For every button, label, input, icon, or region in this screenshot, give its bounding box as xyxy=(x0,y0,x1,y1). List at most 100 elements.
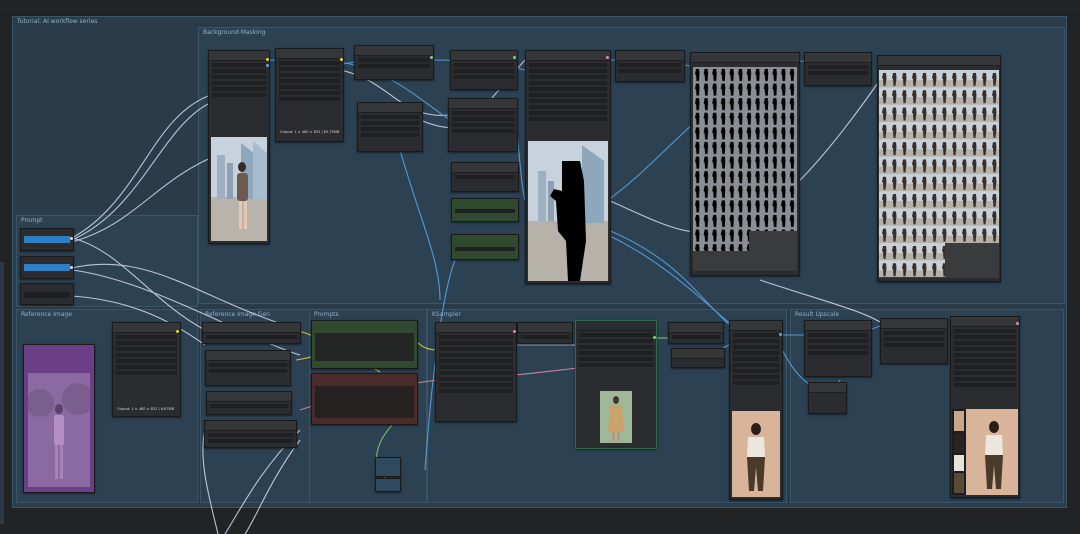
node-a2[interactable] xyxy=(357,102,423,152)
node-widget[interactable] xyxy=(733,375,779,379)
socket-dot[interactable] xyxy=(653,336,656,339)
node-widget[interactable] xyxy=(439,377,513,381)
node-widget[interactable] xyxy=(579,363,653,367)
node-widget[interactable] xyxy=(452,123,514,127)
node-widget[interactable] xyxy=(954,377,1016,381)
node-b3[interactable] xyxy=(451,162,519,192)
node-widget[interactable] xyxy=(212,75,266,79)
node-widget[interactable] xyxy=(529,81,607,85)
node-widget[interactable] xyxy=(361,115,419,119)
node-widget[interactable] xyxy=(439,365,513,369)
decode-preview-node[interactable] xyxy=(729,320,783,500)
sampler-node-d[interactable] xyxy=(671,348,725,368)
node-widget[interactable] xyxy=(212,63,266,67)
node-widget[interactable] xyxy=(208,439,293,443)
node-widget[interactable] xyxy=(439,341,513,345)
socket-dot[interactable] xyxy=(513,56,516,59)
node-widget[interactable] xyxy=(439,353,513,357)
node-widget[interactable] xyxy=(733,333,779,337)
prompt-input-field[interactable] xyxy=(24,292,70,298)
node-widget[interactable] xyxy=(954,329,1016,333)
node-widget[interactable] xyxy=(279,85,340,89)
node-widget[interactable] xyxy=(579,339,653,343)
node-widget[interactable] xyxy=(279,73,340,77)
node-widget[interactable] xyxy=(954,347,1016,351)
node-widget[interactable] xyxy=(454,63,514,67)
node-widget[interactable] xyxy=(884,331,944,335)
batch-preview-node[interactable] xyxy=(877,55,1001,282)
node-widget[interactable] xyxy=(529,117,607,121)
node-widget[interactable] xyxy=(439,335,513,339)
socket-dot[interactable] xyxy=(430,56,433,59)
node-widget[interactable] xyxy=(672,335,720,339)
node-widget[interactable] xyxy=(579,333,653,337)
node-widget[interactable] xyxy=(579,345,653,349)
node-widget[interactable] xyxy=(439,347,513,351)
node-widget[interactable] xyxy=(529,63,607,67)
node-widget[interactable] xyxy=(954,341,1016,345)
node-a1[interactable] xyxy=(354,45,434,80)
node-widget[interactable] xyxy=(455,209,515,213)
socket-dot[interactable] xyxy=(340,58,343,61)
node-widget[interactable] xyxy=(529,87,607,91)
node-widget[interactable] xyxy=(455,175,515,179)
node-widget[interactable] xyxy=(116,359,177,363)
socket-dot[interactable] xyxy=(779,333,782,336)
ipadapter-node[interactable] xyxy=(575,320,657,449)
node-widget[interactable] xyxy=(209,369,287,373)
socket-dot[interactable] xyxy=(1016,322,1019,325)
node-c1[interactable] xyxy=(615,50,685,82)
upscale-node[interactable] xyxy=(804,320,872,377)
socket-dot[interactable] xyxy=(606,56,609,59)
node-widget[interactable] xyxy=(808,333,868,337)
node-widget[interactable] xyxy=(733,381,779,385)
node-widget[interactable] xyxy=(733,339,779,343)
ksampler-node[interactable] xyxy=(435,322,517,422)
prompt-input-node-1[interactable] xyxy=(20,228,74,251)
node-widget[interactable] xyxy=(529,105,607,109)
node-widget[interactable] xyxy=(529,93,607,97)
prompt-input-node-3[interactable] xyxy=(20,283,74,305)
socket-dot[interactable] xyxy=(176,330,179,333)
node-widget[interactable] xyxy=(361,127,419,131)
node-widget[interactable] xyxy=(279,79,340,83)
node-widget[interactable] xyxy=(884,343,944,347)
node-widget[interactable] xyxy=(116,353,177,357)
node-widget[interactable] xyxy=(439,359,513,363)
node-widget[interactable] xyxy=(529,75,607,79)
node-widget[interactable] xyxy=(529,99,607,103)
node-widget[interactable] xyxy=(361,121,419,125)
node-widget[interactable] xyxy=(279,97,340,101)
node-widget[interactable] xyxy=(455,247,515,251)
node-widget[interactable] xyxy=(279,91,340,95)
node-b1[interactable] xyxy=(450,50,518,90)
negative-prompt-text[interactable] xyxy=(315,386,414,418)
load-image-node[interactable] xyxy=(208,50,270,244)
node-widget[interactable] xyxy=(439,383,513,387)
node-widget[interactable] xyxy=(808,339,868,343)
node-widget[interactable] xyxy=(808,351,868,355)
prompt-input-field[interactable] xyxy=(24,264,70,271)
node-widget[interactable] xyxy=(733,351,779,355)
node-c2[interactable] xyxy=(804,52,872,86)
socket-dot[interactable] xyxy=(266,64,269,67)
reference-resize-node[interactable]: Output: 1 × 480 × 832 | 6.67MB xyxy=(112,322,181,417)
mask-preview-node[interactable] xyxy=(525,50,611,284)
socket-dot[interactable] xyxy=(70,266,73,269)
node-widget[interactable] xyxy=(116,365,177,369)
node-widget[interactable] xyxy=(954,365,1016,369)
reference-image-node[interactable] xyxy=(23,344,95,493)
node-widget[interactable] xyxy=(579,351,653,355)
node-widget[interactable] xyxy=(212,69,266,73)
node-widget[interactable] xyxy=(954,359,1016,363)
node-widget[interactable] xyxy=(361,133,419,137)
negative-prompt-node[interactable] xyxy=(311,373,418,425)
node-widget[interactable] xyxy=(954,335,1016,339)
image-resize-node[interactable]: Output: 1 × 480 × 832 | 65.75MB xyxy=(275,48,344,142)
node-widget[interactable] xyxy=(733,369,779,373)
prompt-input-node-2[interactable] xyxy=(20,256,74,279)
node-widget[interactable] xyxy=(733,357,779,361)
node-widget[interactable] xyxy=(954,353,1016,357)
refine-node[interactable] xyxy=(880,318,948,364)
gen-node-1[interactable] xyxy=(202,322,301,344)
